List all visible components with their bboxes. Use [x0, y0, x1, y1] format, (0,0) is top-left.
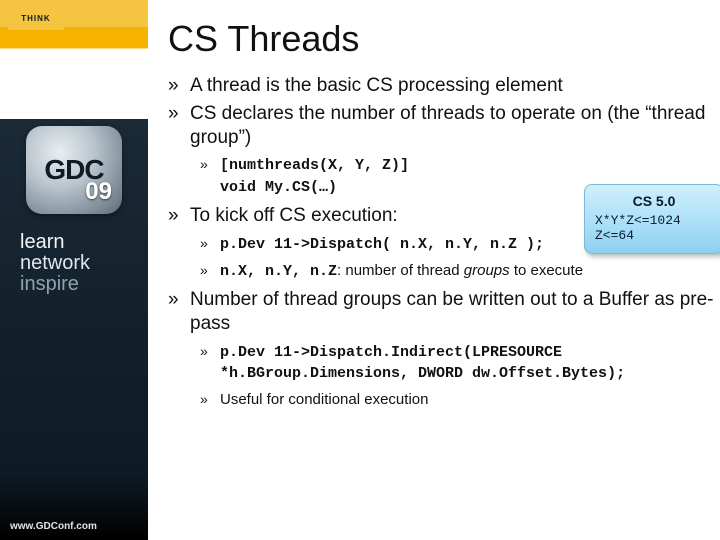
tagline: learn network inspire: [20, 232, 130, 295]
bullet-3-text: To kick off CS execution:: [190, 205, 398, 226]
slide-title: CS Threads: [168, 18, 720, 60]
code-numthreads-2: void My.CS(…): [220, 179, 337, 196]
think-badge: THINK: [8, 6, 64, 30]
callout-title: CS 5.0: [595, 193, 713, 209]
bullet-4: Number of thread groups can be written o…: [168, 288, 720, 410]
code-dispatch-indirect: p.Dev 11->Dispatch.Indirect(LPRESOURCE *…: [220, 344, 625, 382]
nxyz-post: to execute: [510, 262, 583, 279]
tagline-inspire: inspire: [20, 274, 130, 295]
footer-url: www.GDConf.com: [10, 521, 97, 532]
callout-row-1: X*Y*Z<=1024: [595, 213, 713, 228]
gdc-badge: GDC 09: [26, 126, 122, 214]
left-strip: THINK GDC 09 learn network inspire www.G…: [0, 0, 148, 540]
bullet-1: A thread is the basic CS processing elem…: [168, 74, 720, 98]
nxyz-mid: : number of thread: [337, 262, 464, 279]
bullet-4-text: Number of thread groups can be written o…: [190, 289, 714, 334]
tagline-network: network: [20, 253, 130, 274]
nxyz-ital: groups: [464, 262, 510, 279]
code-numthreads-1: [numthreads(X, Y, Z)]: [220, 157, 409, 174]
bullet-3-note: n.X, n.Y, n.Z: number of thread groups t…: [200, 261, 720, 282]
tagline-learn: learn: [20, 232, 130, 253]
bullet-2-text: CS declares the number of threads to ope…: [190, 103, 705, 148]
callout-row-2: Z<=64: [595, 228, 713, 243]
bullet-4-code: p.Dev 11->Dispatch.Indirect(LPRESOURCE *…: [200, 342, 720, 385]
slide: THINK GDC 09 learn network inspire www.G…: [0, 0, 720, 540]
gdc-year: 09: [85, 178, 112, 206]
nxyz: n.X, n.Y, n.Z: [220, 263, 337, 280]
code-dispatch: p.Dev 11->Dispatch( n.X, n.Y, n.Z );: [220, 236, 544, 253]
cs50-callout: CS 5.0 X*Y*Z<=1024 Z<=64: [584, 184, 720, 254]
bullet-4-note: Useful for conditional execution: [200, 390, 720, 410]
content: CS Threads A thread is the basic CS proc…: [168, 0, 720, 540]
